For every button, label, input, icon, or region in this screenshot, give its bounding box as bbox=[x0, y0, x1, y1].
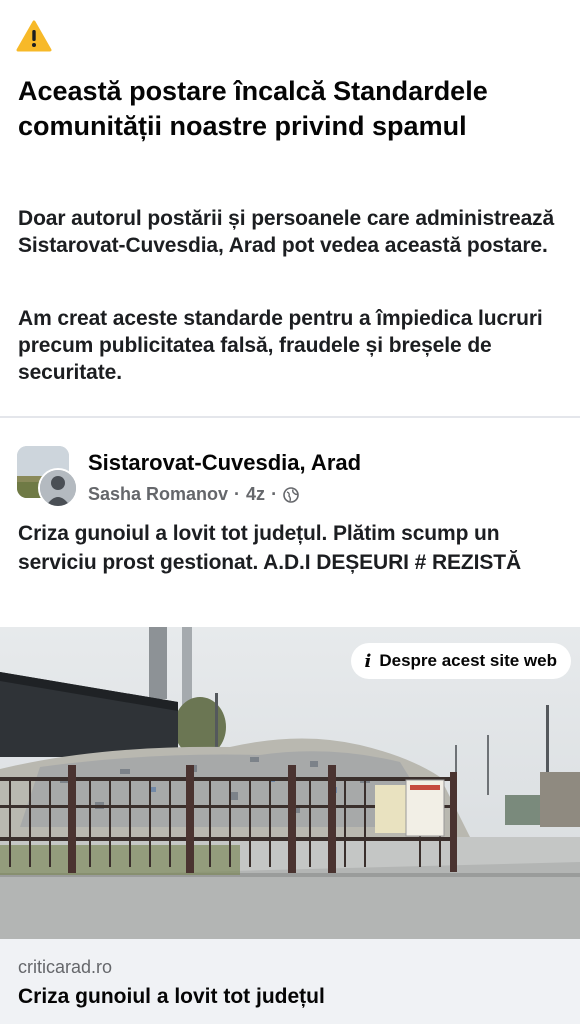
author-avatar[interactable] bbox=[38, 468, 78, 508]
warning-title: Această postare încalcă Standardele comu… bbox=[18, 76, 488, 141]
post-header: Sistarovat-Cuvesdia, Arad Sasha Romanov … bbox=[0, 430, 580, 510]
meta-separator: · bbox=[271, 484, 278, 504]
link-preview-image[interactable]: i Despre acest site web bbox=[0, 627, 580, 939]
warning-triangle-icon bbox=[16, 20, 52, 52]
warning-visibility-text: Doar autorul postării și persoanele care… bbox=[18, 207, 555, 257]
post-text: Criza gunoiul a lovit tot județul. Plăti… bbox=[18, 522, 522, 574]
link-title: Criza gunoiul a lovit tot județul bbox=[18, 985, 325, 1008]
info-icon: i bbox=[364, 650, 372, 672]
meta-separator: · bbox=[234, 484, 241, 504]
globe-icon bbox=[283, 486, 299, 503]
about-site-label: Despre acest site web bbox=[379, 651, 557, 670]
warning-reason-text: Am creat aceste standarde pentru a împie… bbox=[18, 307, 543, 384]
section-divider bbox=[0, 416, 580, 418]
author-name-link[interactable]: Sasha Romanov bbox=[88, 484, 228, 505]
about-site-button[interactable]: i Despre acest site web bbox=[350, 643, 571, 679]
group-name-link[interactable]: Sistarovat-Cuvesdia, Arad bbox=[88, 450, 361, 476]
spam-warning-panel: Această postare încalcă Standardele comu… bbox=[0, 0, 580, 416]
link-domain: criticarad.ro bbox=[18, 957, 113, 977]
post-meta: Sasha Romanov · 4z · bbox=[88, 484, 299, 505]
link-preview-footer[interactable]: criticarad.ro Criza gunoiul a lovit tot … bbox=[0, 939, 580, 1024]
post-time[interactable]: 4z bbox=[246, 484, 265, 505]
